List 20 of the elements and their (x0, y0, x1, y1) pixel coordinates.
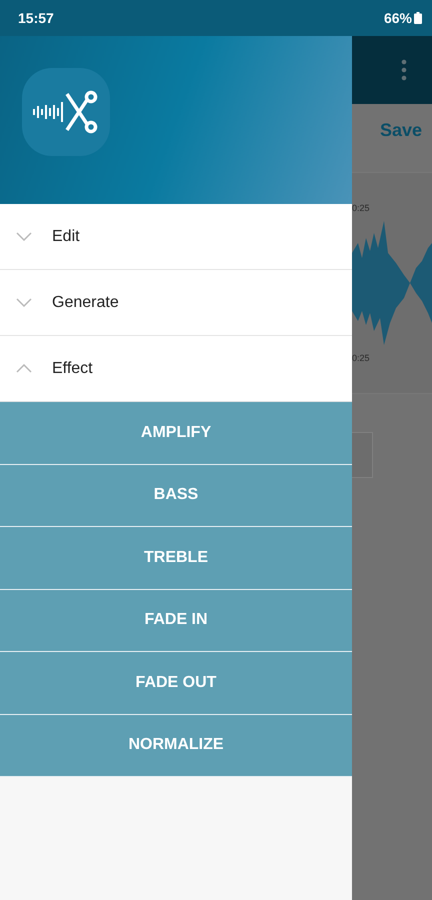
chevron-down-icon (16, 232, 32, 241)
time-label: 0:25 (352, 353, 371, 363)
effect-button[interactable]: FADE IN (0, 590, 352, 652)
time-label: 0:25 (352, 203, 371, 213)
effect-button[interactable]: TREBLE (0, 527, 352, 590)
more-options-icon[interactable] (401, 59, 407, 81)
menu-section[interactable]: Edit (0, 204, 352, 270)
chevron-down-icon (16, 298, 32, 307)
battery-icon (414, 12, 422, 24)
menu-section[interactable]: Effect (0, 336, 352, 402)
effect-button[interactable]: BASS (0, 464, 352, 527)
status-time: 15:57 (18, 10, 54, 26)
app-logo-icon (22, 68, 110, 156)
menu-section[interactable]: Generate (0, 270, 352, 336)
save-button[interactable]: Save (380, 120, 422, 142)
chevron-up-icon (16, 364, 32, 373)
effect-button[interactable]: NORMALIZE (0, 714, 352, 777)
effect-button[interactable]: FADE OUT (0, 652, 352, 714)
effect-button[interactable]: AMPLIFY (0, 402, 352, 464)
battery-level: 66% (384, 10, 412, 26)
